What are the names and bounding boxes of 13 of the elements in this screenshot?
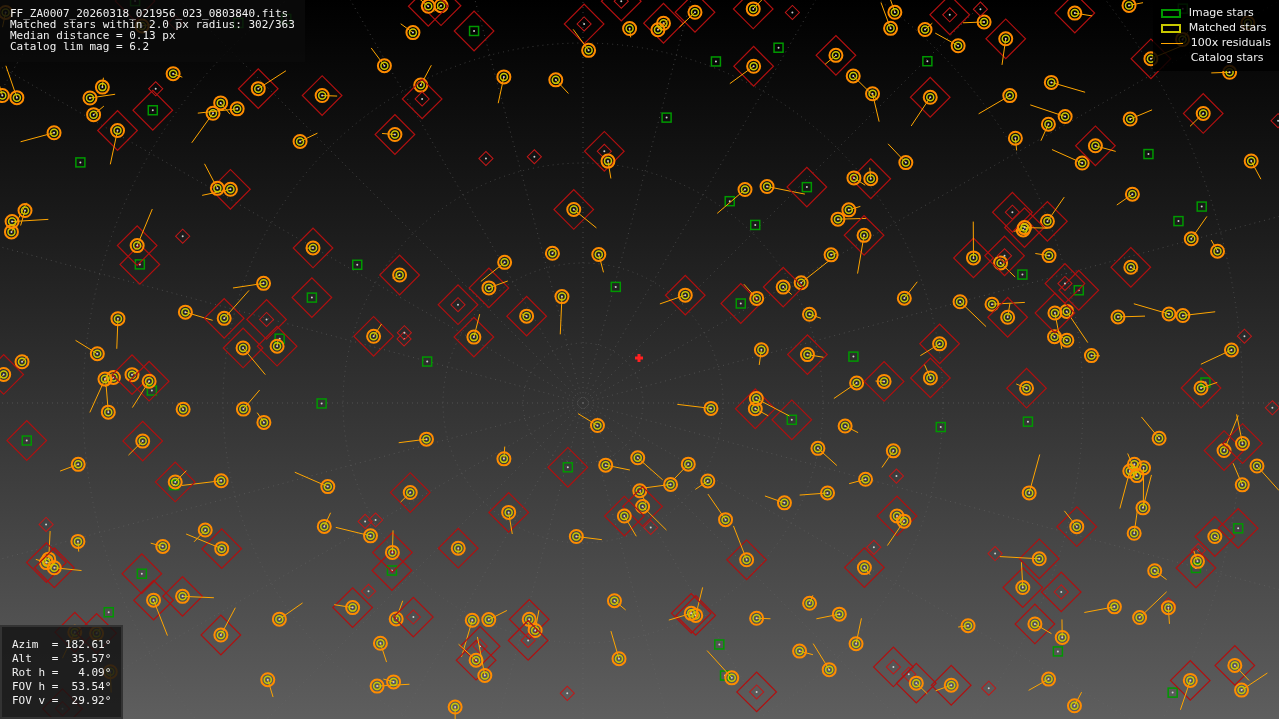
- pointing-text: Rot h = 4.09°: [12, 667, 112, 679]
- info-text: Catalog lim mag = 6.2: [10, 41, 151, 52]
- legend-label: Catalog stars: [1190, 51, 1264, 65]
- pointing-text: FOV v = 29.92°: [12, 695, 112, 707]
- legend-label: 100x residuals: [1190, 36, 1271, 50]
- legend-label: Image stars: [1188, 6, 1254, 20]
- info-text: Median distance = 0.13 px: [10, 30, 176, 41]
- pointing-text: Azim = 182.61°: [12, 639, 112, 651]
- info-text: Matched stars within 2.0 px radius: 302/363: [10, 19, 295, 30]
- info-text: FF_ZA0007_20260318_021956_023_0803840.fits: [10, 8, 290, 19]
- pointing-text: FOV h = 53.54°: [12, 681, 112, 693]
- legend-label: Matched stars: [1188, 21, 1267, 35]
- pointing-text: Alt = 35.57°: [12, 653, 112, 665]
